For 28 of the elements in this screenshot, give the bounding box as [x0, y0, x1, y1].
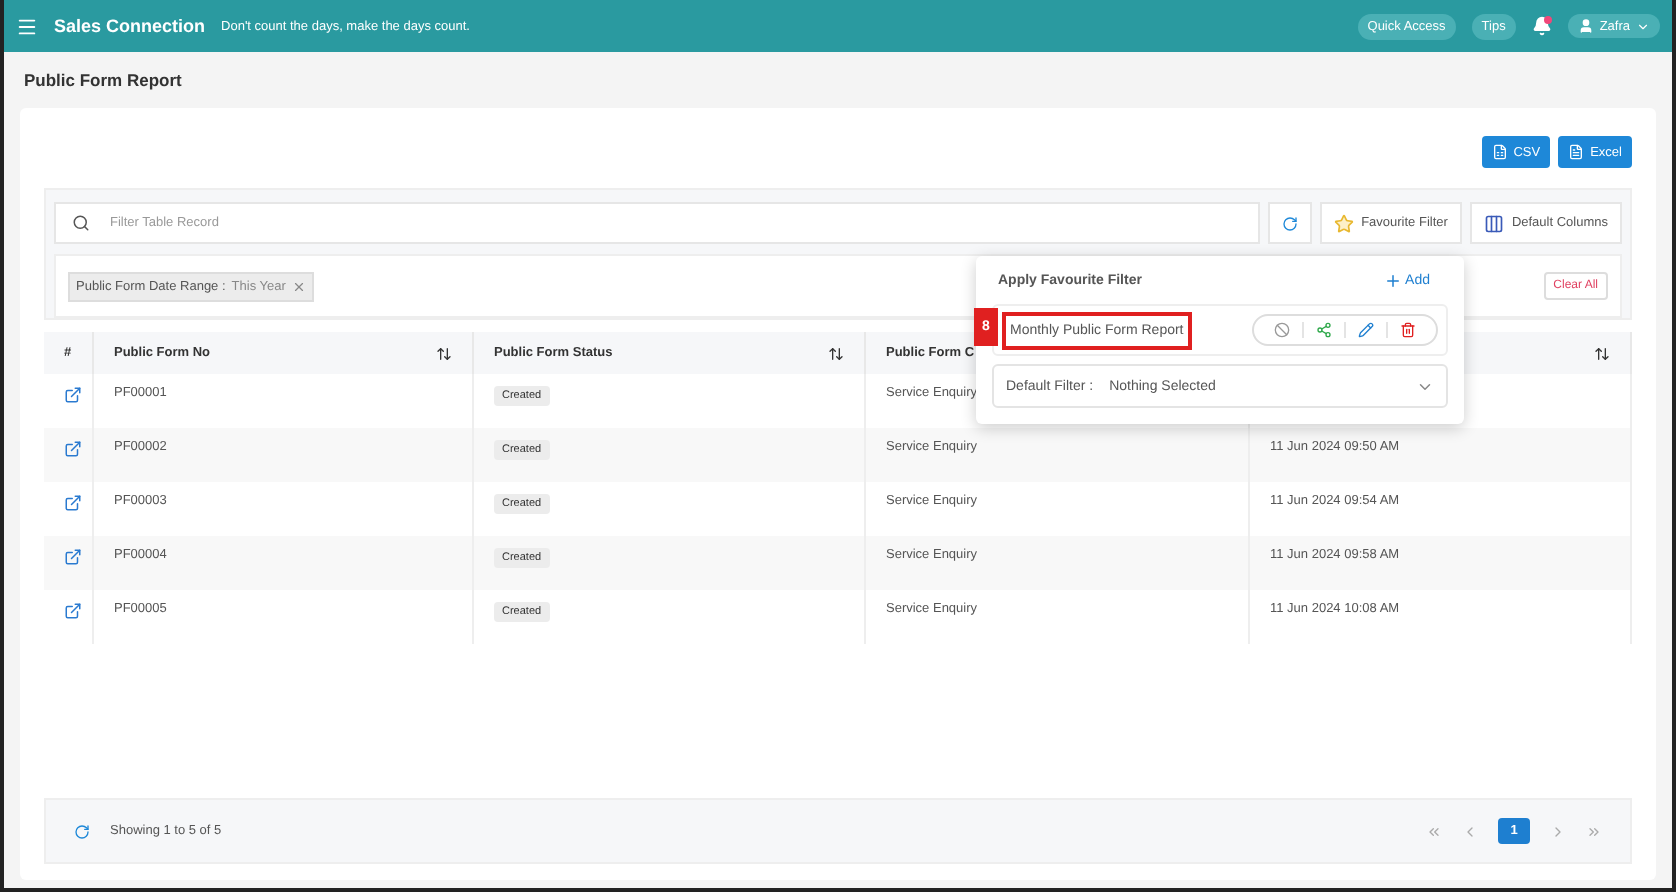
columns-icon — [1483, 213, 1504, 233]
plus-icon — [1383, 271, 1402, 289]
next-page-icon[interactable] — [1550, 823, 1566, 839]
external-link-icon[interactable] — [64, 602, 82, 620]
search-icon — [72, 214, 90, 232]
chevron-down-icon — [1636, 19, 1650, 33]
menu-icon[interactable] — [16, 15, 38, 37]
external-link-icon[interactable] — [64, 440, 82, 458]
star-icon — [1333, 213, 1354, 233]
user-icon — [1577, 18, 1594, 34]
sort-icon[interactable] — [828, 345, 844, 361]
first-page-icon[interactable] — [1426, 823, 1442, 839]
close-icon[interactable] — [291, 279, 306, 293]
document-icon — [1568, 144, 1585, 160]
notification-bell-icon[interactable] — [1531, 16, 1552, 36]
page-title: Public Form Report — [24, 70, 182, 90]
spreadsheet-icon — [1491, 144, 1508, 160]
sort-icon[interactable] — [1594, 345, 1610, 361]
previous-page-icon[interactable] — [1462, 823, 1478, 839]
last-page-icon[interactable] — [1586, 823, 1602, 839]
refresh-icon[interactable] — [74, 823, 90, 839]
external-link-icon[interactable] — [64, 494, 82, 512]
external-link-icon[interactable] — [64, 548, 82, 566]
refresh-icon — [1281, 215, 1298, 231]
refresh-button[interactable] — [1267, 202, 1312, 244]
external-link-icon[interactable] — [64, 386, 82, 404]
sort-icon[interactable] — [436, 345, 452, 361]
app-name: Sales Connection — [54, 16, 206, 36]
